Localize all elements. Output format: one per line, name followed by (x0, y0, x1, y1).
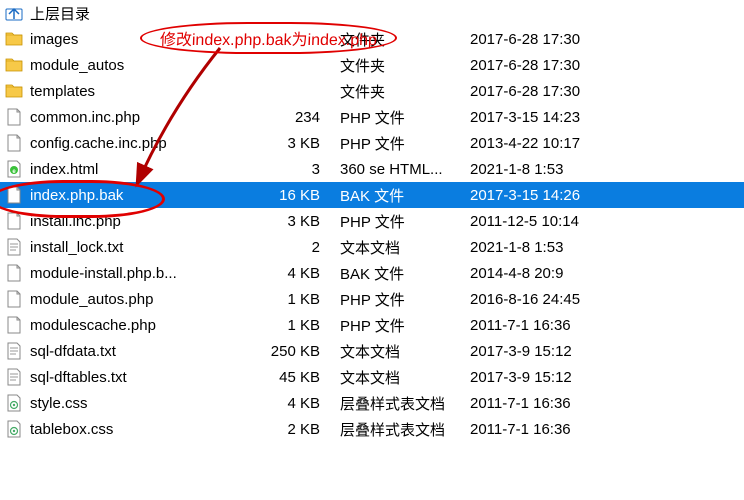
folder-icon (4, 55, 24, 75)
file-row[interactable]: module_autos.php1 KBPHP 文件2016-8-16 24:4… (0, 286, 744, 312)
file-row[interactable]: sql-dfdata.txt250 KB文本文档2017-3-9 15:12 (0, 338, 744, 364)
file-name: index.html (30, 161, 260, 178)
parent-directory-row[interactable]: 上层目录 (0, 0, 744, 26)
file-size: 45 KB (260, 369, 340, 386)
file-name: index.php.bak (30, 187, 260, 204)
file-size: 2 (260, 239, 340, 256)
file-type: 文本文档 (340, 367, 470, 388)
file-date: 2017-3-9 15:12 (470, 343, 650, 360)
file-size: 3 KB (260, 213, 340, 230)
file-name: tablebox.css (30, 421, 260, 438)
file-icon (4, 289, 24, 309)
file-row[interactable]: install_lock.txt2文本文档2021-1-8 1:53 (0, 234, 744, 260)
file-size: 2 KB (260, 421, 340, 438)
file-size: 1 KB (260, 317, 340, 334)
file-name: module_autos (30, 57, 260, 74)
file-type: 文件夹 (340, 29, 470, 50)
file-list: 上层目录 images文件夹2017-6-28 17:30module_auto… (0, 0, 744, 442)
folder-icon (4, 81, 24, 101)
file-name: install_lock.txt (30, 239, 260, 256)
file-type: PHP 文件 (340, 107, 470, 128)
file-name: sql-dfdata.txt (30, 343, 260, 360)
file-size: 1 KB (260, 291, 340, 308)
txt-icon (4, 367, 24, 387)
file-type: 文本文档 (340, 341, 470, 362)
file-row[interactable]: module-install.php.b...4 KBBAK 文件2014-4-… (0, 260, 744, 286)
file-name: sql-dftables.txt (30, 369, 260, 386)
file-size: 3 (260, 161, 340, 178)
file-date: 2017-3-15 14:23 (470, 109, 650, 126)
file-date: 2013-4-22 10:17 (470, 135, 650, 152)
file-row[interactable]: index.php.bak16 KBBAK 文件2017-3-15 14:26 (0, 182, 744, 208)
file-icon (4, 315, 24, 335)
file-name: module-install.php.b... (30, 265, 260, 282)
html-icon (4, 159, 24, 179)
folder-icon (4, 29, 24, 49)
file-row[interactable]: templates 文件夹2017-6-28 17:30 (0, 78, 744, 104)
file-icon (4, 211, 24, 231)
file-date: 2017-6-28 17:30 (470, 31, 650, 48)
file-date: 2011-12-5 10:14 (470, 213, 650, 230)
file-size: 250 KB (260, 343, 340, 360)
file-name: module_autos.php (30, 291, 260, 308)
file-name: common.inc.php (30, 109, 260, 126)
file-row[interactable]: sql-dftables.txt45 KB文本文档2017-3-9 15:12 (0, 364, 744, 390)
css-icon (4, 419, 24, 439)
file-row[interactable]: common.inc.php234PHP 文件2017-3-15 14:23 (0, 104, 744, 130)
file-date: 2016-8-16 24:45 (470, 291, 650, 308)
file-date: 2014-4-8 20:9 (470, 265, 650, 282)
file-date: 2017-3-9 15:12 (470, 369, 650, 386)
file-date: 2011-7-1 16:36 (470, 395, 650, 412)
file-row[interactable]: config.cache.inc.php3 KBPHP 文件2013-4-22 … (0, 130, 744, 156)
file-type: PHP 文件 (340, 211, 470, 232)
file-name: modulescache.php (30, 317, 260, 334)
file-type: 层叠样式表文档 (340, 419, 470, 440)
file-icon (4, 133, 24, 153)
file-type: PHP 文件 (340, 133, 470, 154)
file-type: PHP 文件 (340, 315, 470, 336)
file-row[interactable]: install.inc.php3 KBPHP 文件2011-12-5 10:14 (0, 208, 744, 234)
file-date: 2011-7-1 16:36 (470, 421, 650, 438)
file-row[interactable]: style.css4 KB层叠样式表文档2011-7-1 16:36 (0, 390, 744, 416)
file-type: BAK 文件 (340, 263, 470, 284)
file-row[interactable]: images 文件夹2017-6-28 17:30 (0, 26, 744, 52)
file-name: style.css (30, 395, 260, 412)
file-icon (4, 263, 24, 283)
file-type: PHP 文件 (340, 289, 470, 310)
file-name: images (30, 31, 260, 48)
txt-icon (4, 237, 24, 257)
file-size: 234 (260, 109, 340, 126)
file-type: 360 se HTML... (340, 161, 470, 178)
file-size: 4 KB (260, 395, 340, 412)
file-type: 文本文档 (340, 237, 470, 258)
up-folder-icon (4, 3, 24, 23)
file-type: 文件夹 (340, 81, 470, 102)
file-type: BAK 文件 (340, 185, 470, 206)
file-size: 4 KB (260, 265, 340, 282)
file-row[interactable]: index.html3360 se HTML...2021-1-8 1:53 (0, 156, 744, 182)
file-name: install.inc.php (30, 213, 260, 230)
file-row[interactable]: modulescache.php1 KBPHP 文件2011-7-1 16:36 (0, 312, 744, 338)
file-type: 层叠样式表文档 (340, 393, 470, 414)
file-date: 2011-7-1 16:36 (470, 317, 650, 334)
file-date: 2021-1-8 1:53 (470, 239, 650, 256)
file-date: 2017-6-28 17:30 (470, 83, 650, 100)
parent-directory-label: 上层目录 (30, 3, 260, 24)
file-size: 16 KB (260, 187, 340, 204)
file-row[interactable]: module_autos 文件夹2017-6-28 17:30 (0, 52, 744, 78)
css-icon (4, 393, 24, 413)
file-icon (4, 107, 24, 127)
file-size: 3 KB (260, 135, 340, 152)
file-row[interactable]: tablebox.css2 KB层叠样式表文档2011-7-1 16:36 (0, 416, 744, 442)
file-date: 2021-1-8 1:53 (470, 161, 650, 178)
file-icon (4, 185, 24, 205)
file-date: 2017-6-28 17:30 (470, 57, 650, 74)
file-name: config.cache.inc.php (30, 135, 260, 152)
txt-icon (4, 341, 24, 361)
file-date: 2017-3-15 14:26 (470, 187, 650, 204)
file-type: 文件夹 (340, 55, 470, 76)
file-name: templates (30, 83, 260, 100)
